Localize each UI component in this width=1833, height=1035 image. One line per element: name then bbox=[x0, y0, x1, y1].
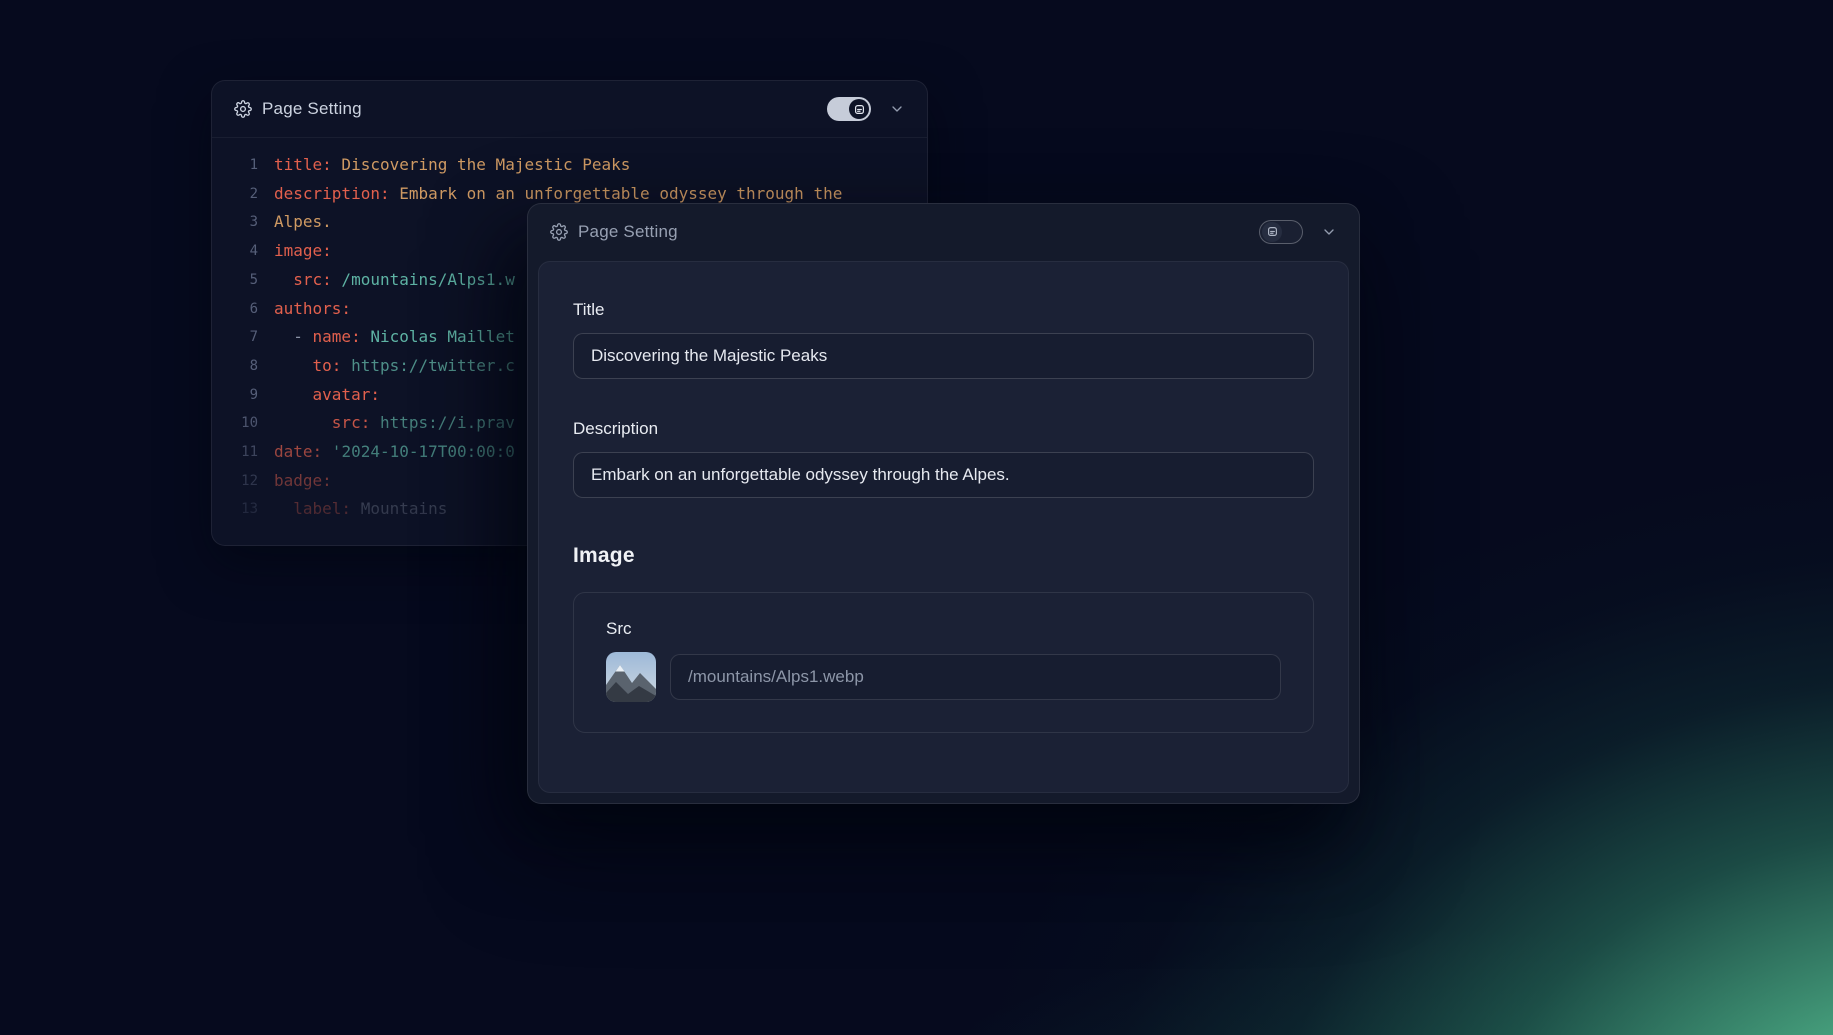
form-panel-header: Page Setting bbox=[528, 204, 1359, 259]
panel-title: Page Setting bbox=[262, 99, 362, 119]
code-panel-header: Page Setting bbox=[212, 81, 927, 138]
description-label: Description bbox=[573, 419, 1314, 439]
code-token: Discovering the Majestic Peaks bbox=[332, 151, 631, 180]
code-token: /mountains/Alps1.w bbox=[332, 266, 515, 295]
code-token: '2024-10-17T00:00:0 bbox=[322, 438, 515, 467]
toggle-knob-form-view-icon bbox=[1262, 222, 1282, 242]
line-number: 9 bbox=[232, 381, 258, 410]
code-token bbox=[274, 381, 313, 410]
gear-icon bbox=[550, 223, 568, 241]
line-number: 3 bbox=[232, 208, 258, 237]
code-token: to: bbox=[313, 352, 342, 381]
title-label: Title bbox=[573, 300, 1314, 320]
form-settings-panel: Page Setting Title Descript bbox=[527, 203, 1360, 804]
code-token: Nicolas Maillet bbox=[361, 323, 515, 352]
code-token: https://i.prav bbox=[370, 409, 515, 438]
line-number: 12 bbox=[232, 467, 258, 496]
code-token bbox=[274, 266, 293, 295]
code-token: name: bbox=[313, 323, 361, 352]
code-token: label: bbox=[293, 495, 351, 524]
gear-icon bbox=[234, 100, 252, 118]
src-label: Src bbox=[606, 619, 1281, 639]
desktop-background: Page Setting 1 title: Discovering the Maj… bbox=[0, 0, 1833, 1035]
title-input[interactable] bbox=[573, 333, 1314, 379]
image-thumbnail[interactable] bbox=[606, 652, 656, 702]
title-field-block: Title bbox=[573, 300, 1314, 379]
description-field-block: Description bbox=[573, 419, 1314, 498]
code-token: date: bbox=[274, 438, 322, 467]
code-token: description: bbox=[274, 180, 390, 209]
line-number: 13 bbox=[232, 495, 258, 524]
line-number: 6 bbox=[232, 295, 258, 324]
code-token: src: bbox=[332, 409, 371, 438]
code-line: 1 title: Discovering the Majestic Peaks bbox=[232, 151, 907, 180]
image-src-card: Src bbox=[573, 592, 1314, 733]
line-number: 1 bbox=[232, 151, 258, 180]
line-number: 5 bbox=[232, 266, 258, 295]
line-number: 2 bbox=[232, 180, 258, 209]
view-mode-toggle[interactable] bbox=[1259, 220, 1303, 244]
chevron-down-icon[interactable] bbox=[889, 101, 905, 117]
form-container: Title Description Image Src bbox=[538, 261, 1349, 793]
toggle-knob-form-view-icon bbox=[849, 99, 869, 119]
line-number: 11 bbox=[232, 438, 258, 467]
code-token bbox=[274, 409, 332, 438]
code-token: avatar: bbox=[313, 381, 380, 410]
code-token bbox=[274, 352, 313, 381]
code-token: Alpes. bbox=[274, 208, 332, 237]
code-token: src: bbox=[293, 266, 332, 295]
line-number: 4 bbox=[232, 237, 258, 266]
code-token: badge: bbox=[274, 467, 332, 496]
code-token: authors: bbox=[274, 295, 351, 324]
code-token: image: bbox=[274, 237, 332, 266]
code-token: Mountains bbox=[351, 495, 447, 524]
src-input[interactable] bbox=[670, 654, 1281, 700]
line-number: 8 bbox=[232, 352, 258, 381]
line-number: 10 bbox=[232, 409, 258, 438]
code-token: title: bbox=[274, 151, 332, 180]
code-token: - bbox=[274, 323, 313, 352]
view-mode-toggle[interactable] bbox=[827, 97, 871, 121]
code-token bbox=[274, 495, 293, 524]
code-token: https://twitter.c bbox=[341, 352, 514, 381]
chevron-down-icon[interactable] bbox=[1321, 224, 1337, 240]
panel-title: Page Setting bbox=[578, 222, 678, 242]
description-input[interactable] bbox=[573, 452, 1314, 498]
line-number: 7 bbox=[232, 323, 258, 352]
image-section-heading: Image bbox=[573, 544, 1314, 568]
